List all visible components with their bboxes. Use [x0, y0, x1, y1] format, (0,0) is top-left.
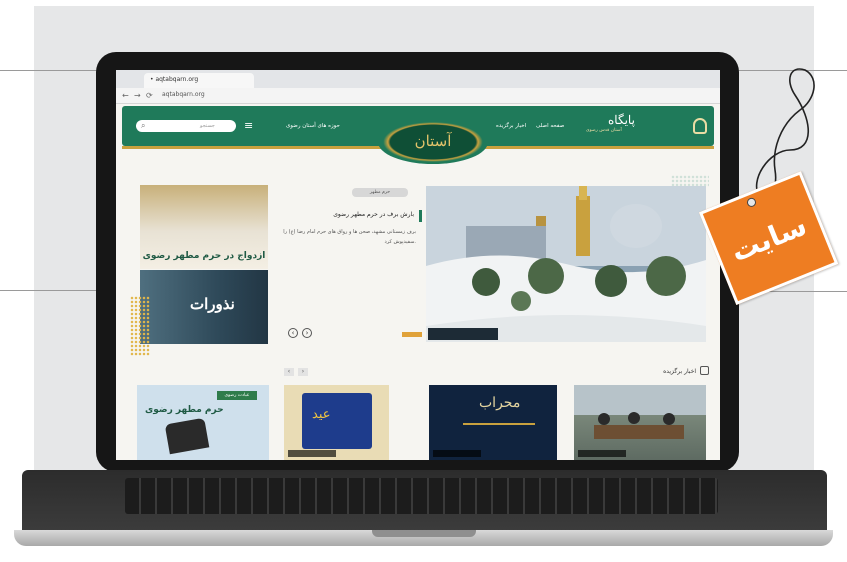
- site-tag: سایت: [698, 168, 840, 310]
